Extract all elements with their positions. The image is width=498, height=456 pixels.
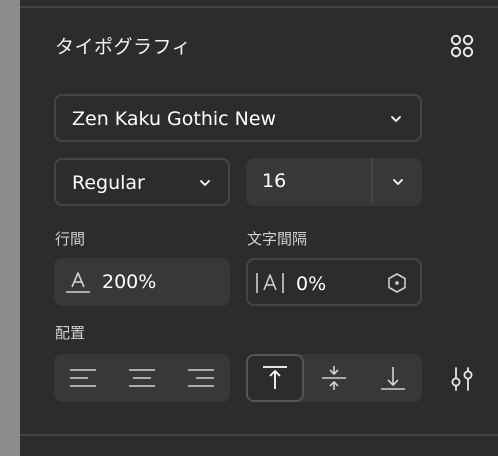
horizontal-alignment-control: [54, 354, 230, 402]
section-divider-bottom: [20, 434, 498, 436]
align-bottom-icon: [381, 367, 405, 390]
font-family-value: Zen Kaku Gothic New: [72, 108, 277, 130]
align-center-icon: [129, 369, 155, 387]
align-left-icon: [70, 369, 96, 387]
line-height-value: 200%: [102, 271, 157, 293]
font-size-field[interactable]: 16: [246, 158, 422, 206]
font-weight-value: Regular: [72, 172, 145, 194]
section-divider-top: [20, 6, 498, 8]
align-left-button[interactable]: [54, 354, 112, 402]
alignment-label: 配置: [55, 324, 86, 342]
font-size-divider: [371, 158, 373, 202]
chevron-down-icon: [391, 116, 401, 122]
font-size-dropdown-chevron-icon[interactable]: [392, 176, 404, 188]
align-right-button[interactable]: [172, 354, 230, 402]
chevron-down-icon: [200, 180, 210, 186]
align-center-button[interactable]: [113, 354, 171, 402]
align-bottom-button[interactable]: [364, 354, 422, 402]
letter-spacing-value: 0%: [296, 273, 327, 295]
styles-grid-icon: [450, 34, 474, 58]
align-middle-icon: [322, 366, 346, 390]
section-title: タイポグラフィ: [55, 36, 192, 58]
letter-spacing-icon: [256, 273, 284, 293]
font-weight-select[interactable]: Regular: [54, 158, 230, 206]
align-middle-button[interactable]: [305, 354, 363, 402]
align-top-icon: [263, 366, 287, 389]
hexagon-icon[interactable]: [386, 272, 408, 294]
line-height-field[interactable]: 200%: [54, 258, 230, 306]
canvas-gutter: [0, 0, 20, 456]
text-styles-button[interactable]: [446, 30, 478, 62]
align-top-button[interactable]: [246, 354, 304, 402]
align-right-icon: [188, 369, 214, 387]
letter-spacing-label: 文字間隔: [247, 230, 308, 248]
line-height-icon: [66, 272, 90, 293]
font-family-select[interactable]: Zen Kaku Gothic New: [54, 94, 422, 142]
font-size-value: 16: [262, 170, 287, 192]
type-details-button[interactable]: [446, 364, 478, 394]
letter-spacing-field[interactable]: 0%: [246, 258, 422, 306]
vertical-alignment-control: [246, 354, 422, 402]
line-height-label: 行間: [55, 230, 86, 248]
sliders-icon: [451, 367, 473, 391]
